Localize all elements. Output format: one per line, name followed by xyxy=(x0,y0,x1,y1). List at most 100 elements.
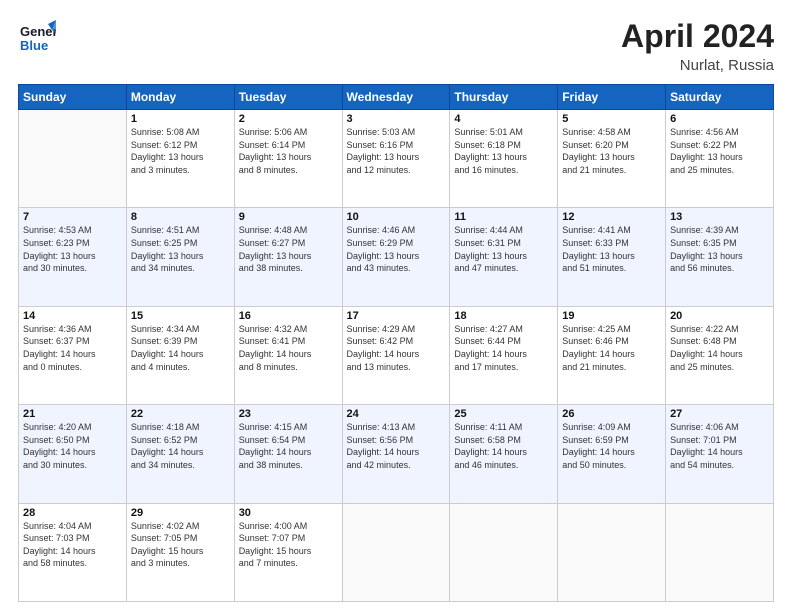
day-number: 1 xyxy=(131,113,230,125)
day-info: Sunrise: 4:58 AM Sunset: 6:20 PM Dayligh… xyxy=(562,126,661,176)
calendar-cell: 3Sunrise: 5:03 AM Sunset: 6:16 PM Daylig… xyxy=(342,110,450,208)
calendar-cell xyxy=(342,503,450,601)
day-info: Sunrise: 4:18 AM Sunset: 6:52 PM Dayligh… xyxy=(131,421,230,471)
calendar-row: 21Sunrise: 4:20 AM Sunset: 6:50 PM Dayli… xyxy=(19,405,774,503)
day-info: Sunrise: 5:01 AM Sunset: 6:18 PM Dayligh… xyxy=(454,126,553,176)
day-info: Sunrise: 5:08 AM Sunset: 6:12 PM Dayligh… xyxy=(131,126,230,176)
day-number: 13 xyxy=(670,211,769,223)
day-info: Sunrise: 4:36 AM Sunset: 6:37 PM Dayligh… xyxy=(23,323,122,373)
day-number: 16 xyxy=(239,310,338,322)
calendar-cell: 14Sunrise: 4:36 AM Sunset: 6:37 PM Dayli… xyxy=(19,306,127,404)
calendar-cell: 13Sunrise: 4:39 AM Sunset: 6:35 PM Dayli… xyxy=(666,208,774,306)
calendar-row: 1Sunrise: 5:08 AM Sunset: 6:12 PM Daylig… xyxy=(19,110,774,208)
day-number: 9 xyxy=(239,211,338,223)
day-number: 23 xyxy=(239,408,338,420)
day-number: 26 xyxy=(562,408,661,420)
day-info: Sunrise: 4:22 AM Sunset: 6:48 PM Dayligh… xyxy=(670,323,769,373)
day-number: 19 xyxy=(562,310,661,322)
day-number: 22 xyxy=(131,408,230,420)
calendar-cell: 26Sunrise: 4:09 AM Sunset: 6:59 PM Dayli… xyxy=(558,405,666,503)
day-number: 12 xyxy=(562,211,661,223)
calendar-cell: 28Sunrise: 4:04 AM Sunset: 7:03 PM Dayli… xyxy=(19,503,127,601)
day-info: Sunrise: 4:53 AM Sunset: 6:23 PM Dayligh… xyxy=(23,224,122,274)
day-info: Sunrise: 5:03 AM Sunset: 6:16 PM Dayligh… xyxy=(347,126,446,176)
calendar-cell xyxy=(666,503,774,601)
day-number: 24 xyxy=(347,408,446,420)
day-info: Sunrise: 5:06 AM Sunset: 6:14 PM Dayligh… xyxy=(239,126,338,176)
day-info: Sunrise: 4:41 AM Sunset: 6:33 PM Dayligh… xyxy=(562,224,661,274)
calendar-cell: 18Sunrise: 4:27 AM Sunset: 6:44 PM Dayli… xyxy=(450,306,558,404)
calendar-cell: 7Sunrise: 4:53 AM Sunset: 6:23 PM Daylig… xyxy=(19,208,127,306)
col-header-friday: Friday xyxy=(558,85,666,110)
calendar-cell: 8Sunrise: 4:51 AM Sunset: 6:25 PM Daylig… xyxy=(126,208,234,306)
day-number: 11 xyxy=(454,211,553,223)
calendar-cell: 17Sunrise: 4:29 AM Sunset: 6:42 PM Dayli… xyxy=(342,306,450,404)
day-info: Sunrise: 4:15 AM Sunset: 6:54 PM Dayligh… xyxy=(239,421,338,471)
col-header-thursday: Thursday xyxy=(450,85,558,110)
calendar-cell: 30Sunrise: 4:00 AM Sunset: 7:07 PM Dayli… xyxy=(234,503,342,601)
day-info: Sunrise: 4:44 AM Sunset: 6:31 PM Dayligh… xyxy=(454,224,553,274)
day-info: Sunrise: 4:13 AM Sunset: 6:56 PM Dayligh… xyxy=(347,421,446,471)
day-number: 27 xyxy=(670,408,769,420)
day-number: 21 xyxy=(23,408,122,420)
col-header-tuesday: Tuesday xyxy=(234,85,342,110)
calendar-cell: 25Sunrise: 4:11 AM Sunset: 6:58 PM Dayli… xyxy=(450,405,558,503)
day-info: Sunrise: 4:02 AM Sunset: 7:05 PM Dayligh… xyxy=(131,520,230,570)
calendar-cell: 4Sunrise: 5:01 AM Sunset: 6:18 PM Daylig… xyxy=(450,110,558,208)
col-header-saturday: Saturday xyxy=(666,85,774,110)
day-info: Sunrise: 4:00 AM Sunset: 7:07 PM Dayligh… xyxy=(239,520,338,570)
calendar-row: 7Sunrise: 4:53 AM Sunset: 6:23 PM Daylig… xyxy=(19,208,774,306)
calendar-cell xyxy=(19,110,127,208)
calendar-cell: 15Sunrise: 4:34 AM Sunset: 6:39 PM Dayli… xyxy=(126,306,234,404)
day-info: Sunrise: 4:25 AM Sunset: 6:46 PM Dayligh… xyxy=(562,323,661,373)
day-info: Sunrise: 4:27 AM Sunset: 6:44 PM Dayligh… xyxy=(454,323,553,373)
day-number: 25 xyxy=(454,408,553,420)
calendar-cell: 24Sunrise: 4:13 AM Sunset: 6:56 PM Dayli… xyxy=(342,405,450,503)
logo: General Blue xyxy=(18,18,56,61)
day-number: 8 xyxy=(131,211,230,223)
calendar-cell: 23Sunrise: 4:15 AM Sunset: 6:54 PM Dayli… xyxy=(234,405,342,503)
calendar-cell: 16Sunrise: 4:32 AM Sunset: 6:41 PM Dayli… xyxy=(234,306,342,404)
day-info: Sunrise: 4:29 AM Sunset: 6:42 PM Dayligh… xyxy=(347,323,446,373)
calendar-cell: 27Sunrise: 4:06 AM Sunset: 7:01 PM Dayli… xyxy=(666,405,774,503)
day-info: Sunrise: 4:34 AM Sunset: 6:39 PM Dayligh… xyxy=(131,323,230,373)
day-info: Sunrise: 4:56 AM Sunset: 6:22 PM Dayligh… xyxy=(670,126,769,176)
day-info: Sunrise: 4:04 AM Sunset: 7:03 PM Dayligh… xyxy=(23,520,122,570)
calendar-header-row: SundayMondayTuesdayWednesdayThursdayFrid… xyxy=(19,85,774,110)
main-title: April 2024 xyxy=(621,18,774,55)
day-info: Sunrise: 4:11 AM Sunset: 6:58 PM Dayligh… xyxy=(454,421,553,471)
day-number: 2 xyxy=(239,113,338,125)
calendar-cell: 5Sunrise: 4:58 AM Sunset: 6:20 PM Daylig… xyxy=(558,110,666,208)
day-info: Sunrise: 4:39 AM Sunset: 6:35 PM Dayligh… xyxy=(670,224,769,274)
day-number: 4 xyxy=(454,113,553,125)
calendar-cell xyxy=(450,503,558,601)
calendar-cell: 2Sunrise: 5:06 AM Sunset: 6:14 PM Daylig… xyxy=(234,110,342,208)
calendar-cell: 21Sunrise: 4:20 AM Sunset: 6:50 PM Dayli… xyxy=(19,405,127,503)
calendar-row: 14Sunrise: 4:36 AM Sunset: 6:37 PM Dayli… xyxy=(19,306,774,404)
calendar-cell: 12Sunrise: 4:41 AM Sunset: 6:33 PM Dayli… xyxy=(558,208,666,306)
col-header-sunday: Sunday xyxy=(19,85,127,110)
calendar-cell: 20Sunrise: 4:22 AM Sunset: 6:48 PM Dayli… xyxy=(666,306,774,404)
day-info: Sunrise: 4:09 AM Sunset: 6:59 PM Dayligh… xyxy=(562,421,661,471)
logo-icon: General Blue xyxy=(18,18,56,56)
day-number: 5 xyxy=(562,113,661,125)
day-info: Sunrise: 4:20 AM Sunset: 6:50 PM Dayligh… xyxy=(23,421,122,471)
calendar-cell: 9Sunrise: 4:48 AM Sunset: 6:27 PM Daylig… xyxy=(234,208,342,306)
calendar-cell: 6Sunrise: 4:56 AM Sunset: 6:22 PM Daylig… xyxy=(666,110,774,208)
calendar-cell: 1Sunrise: 5:08 AM Sunset: 6:12 PM Daylig… xyxy=(126,110,234,208)
day-number: 15 xyxy=(131,310,230,322)
header: General Blue April 2024 Nurlat, Russia xyxy=(18,18,774,74)
day-number: 6 xyxy=(670,113,769,125)
day-number: 7 xyxy=(23,211,122,223)
calendar-row: 28Sunrise: 4:04 AM Sunset: 7:03 PM Dayli… xyxy=(19,503,774,601)
day-info: Sunrise: 4:46 AM Sunset: 6:29 PM Dayligh… xyxy=(347,224,446,274)
day-number: 3 xyxy=(347,113,446,125)
page: General Blue April 2024 Nurlat, Russia S… xyxy=(0,0,792,612)
day-number: 30 xyxy=(239,507,338,519)
day-number: 18 xyxy=(454,310,553,322)
day-info: Sunrise: 4:32 AM Sunset: 6:41 PM Dayligh… xyxy=(239,323,338,373)
title-block: April 2024 Nurlat, Russia xyxy=(621,18,774,74)
day-info: Sunrise: 4:06 AM Sunset: 7:01 PM Dayligh… xyxy=(670,421,769,471)
day-number: 28 xyxy=(23,507,122,519)
col-header-wednesday: Wednesday xyxy=(342,85,450,110)
